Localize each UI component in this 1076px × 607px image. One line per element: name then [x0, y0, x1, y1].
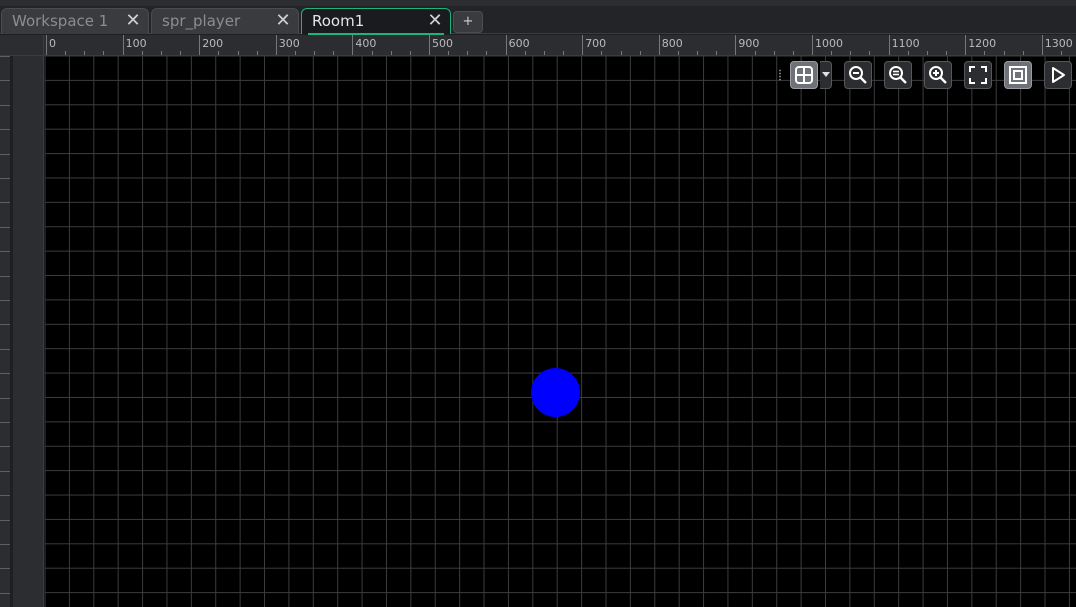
frame-toggle-button[interactable] — [1004, 61, 1032, 89]
ruler-major-tick — [275, 35, 277, 55]
ruler-tick — [0, 471, 10, 472]
ruler-tick — [0, 544, 10, 545]
ruler-tick — [0, 300, 10, 301]
ruler-tick — [0, 495, 10, 496]
chevron-down-icon — [822, 72, 830, 77]
ruler-label: 1200 — [968, 37, 997, 50]
grid-options-dropdown[interactable] — [820, 61, 832, 89]
ruler-tick — [0, 80, 10, 81]
ruler-major-tick — [658, 35, 660, 55]
vertical-ruler — [0, 56, 44, 607]
tab-label: Room1 — [312, 12, 365, 30]
ruler-tick — [0, 202, 10, 203]
ruler-major-tick — [735, 35, 737, 55]
zoom-in-icon — [929, 66, 947, 84]
ruler-tick — [0, 446, 10, 447]
ruler-tick — [0, 105, 10, 106]
ruler-tick — [0, 56, 10, 57]
ruler-major-tick — [888, 35, 890, 55]
ruler-label: 200 — [202, 37, 224, 50]
toolbar-grip-icon[interactable] — [778, 69, 782, 81]
close-icon[interactable]: ✕ — [426, 12, 444, 30]
ruler-label: 1000 — [815, 37, 843, 50]
horizontal-ruler: 0 100 200 300 400 500 600 700 800 900 1000 1100 1200… — [44, 35, 1076, 56]
ruler-tick — [0, 568, 10, 569]
ruler-tick — [0, 373, 10, 374]
ruler-track — [10, 56, 13, 607]
ruler-major-tick — [46, 35, 47, 55]
ruler-major-tick — [505, 35, 507, 55]
editor-tab-bar: Workspace 1 ✕ spr_player ✕ Room1 ✕ + — [0, 6, 1076, 35]
ruler-label: 400 — [355, 37, 377, 50]
play-icon — [1052, 67, 1065, 83]
ruler-major-tick — [1041, 35, 1043, 55]
ruler-label: 300 — [278, 37, 300, 50]
ruler-tick — [0, 227, 10, 228]
ruler-label: 100 — [125, 37, 147, 50]
ruler-major-tick — [199, 35, 201, 55]
ruler-tick — [0, 154, 10, 155]
ruler-label: 1100 — [891, 37, 920, 50]
ruler-tick — [0, 129, 10, 130]
run-room-button[interactable] — [1044, 61, 1072, 89]
zoom-out-icon — [849, 66, 867, 84]
ruler-tick — [0, 593, 10, 594]
ruler-tick — [0, 251, 10, 252]
zoom-in-button[interactable] — [924, 61, 952, 89]
ruler-major-tick — [965, 35, 967, 55]
ruler-label: 1300 — [1044, 37, 1073, 50]
tab-workspace-1[interactable]: Workspace 1 ✕ — [1, 8, 149, 34]
ruler-tick — [0, 398, 10, 399]
ruler-tick — [0, 520, 10, 521]
ruler-tick — [0, 324, 10, 325]
player-instance[interactable] — [531, 368, 580, 417]
zoom-out-button[interactable] — [844, 61, 872, 89]
ruler-tick — [0, 422, 10, 423]
ruler-label: 700 — [585, 37, 607, 50]
ruler-major-tick — [122, 35, 124, 55]
ruler-label: 900 — [738, 37, 760, 50]
ruler-tick — [0, 178, 10, 179]
ruler-tick — [0, 349, 10, 350]
ruler-major-tick — [812, 35, 813, 55]
ruler-label: 500 — [432, 37, 453, 50]
grid-toggle-button[interactable] — [790, 61, 818, 89]
fit-to-view-button[interactable] — [964, 61, 992, 89]
room-canvas[interactable] — [45, 56, 1076, 607]
zoom-reset-icon — [889, 66, 907, 84]
close-icon[interactable]: ✕ — [274, 12, 292, 30]
ruler-label: 600 — [508, 37, 530, 50]
tab-room1[interactable]: Room1 ✕ — [301, 8, 451, 35]
close-icon[interactable]: ✕ — [124, 12, 142, 30]
tab-label: spr_player — [162, 12, 241, 30]
tab-label: Workspace 1 — [12, 12, 109, 30]
ruler-tick — [0, 276, 10, 277]
tab-spr-player[interactable]: spr_player ✕ — [151, 8, 299, 34]
add-tab-button[interactable]: + — [453, 11, 483, 33]
ruler-corner — [0, 35, 44, 56]
ruler-major-tick — [352, 35, 354, 55]
ruler-label: 0 — [49, 37, 56, 50]
ruler-major-tick — [429, 35, 430, 55]
grid-icon — [795, 66, 813, 84]
zoom-reset-button[interactable] — [884, 61, 912, 89]
fullscreen-icon — [969, 66, 987, 84]
ruler-label: 800 — [661, 37, 683, 50]
room-view-toolbar — [776, 60, 1076, 90]
frame-icon — [1009, 66, 1027, 84]
ruler-major-tick — [582, 35, 584, 55]
